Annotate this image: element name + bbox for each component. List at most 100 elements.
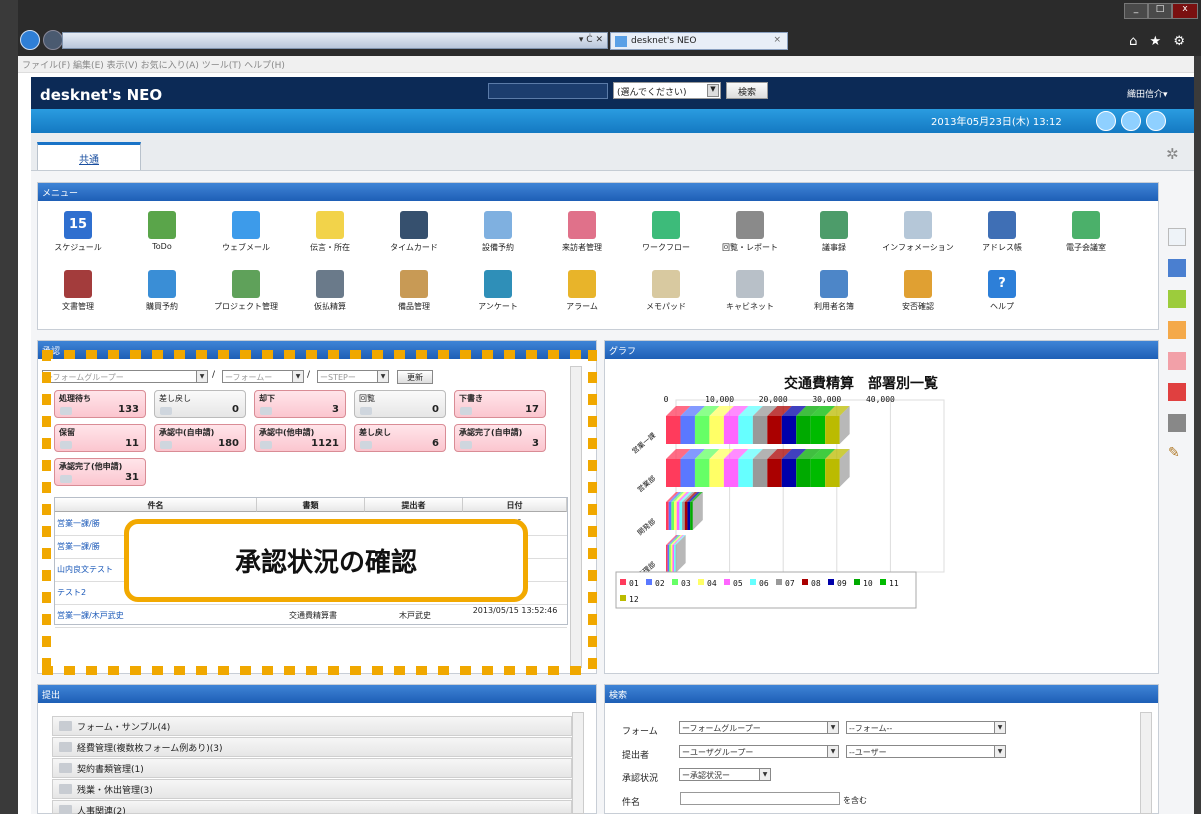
menu-item[interactable]: キャビネット: [710, 270, 790, 312]
menu-item[interactable]: ウェブメール: [206, 211, 286, 253]
side-tab-orange[interactable]: [1168, 321, 1186, 339]
browser-menubar[interactable]: ファイル(F) 編集(E) 表示(V) お気に入り(A) ツール(T) ヘルプ(…: [18, 56, 1194, 73]
submit-scrollbar[interactable]: [572, 712, 584, 814]
menu-item[interactable]: 伝言・所在: [290, 211, 370, 253]
browser-tools-icons[interactable]: ⌂ ★ ⚙: [1129, 34, 1189, 49]
menu-item-label: アンケート: [478, 302, 518, 311]
menu-item[interactable]: 文書管理: [38, 270, 118, 312]
status-counter[interactable]: 差し戻し 0: [154, 390, 246, 418]
menu-item[interactable]: 来訪者管理: [542, 211, 622, 253]
chart-x-tick: 30,000: [812, 395, 841, 404]
chart-bar: [709, 459, 724, 487]
search-scrollbar[interactable]: [1140, 712, 1152, 814]
status-counter[interactable]: 回覧 0: [354, 390, 446, 418]
menu-item[interactable]: 仮払精算: [290, 270, 370, 312]
back-button[interactable]: [20, 30, 40, 50]
maximize-button[interactable]: □: [1148, 3, 1172, 19]
menu-item[interactable]: 設備予約: [458, 211, 538, 253]
menu-item[interactable]: タイムカード: [374, 211, 454, 253]
folder-item[interactable]: 人事関連(2): [52, 800, 572, 814]
folder-item[interactable]: 経費管理(複数枚フォーム例あり)(3): [52, 737, 572, 757]
folder-item-label: 経費管理(複数枚フォーム例あり)(3): [77, 744, 223, 754]
forward-button[interactable]: [43, 30, 63, 50]
search-subject-input[interactable]: [680, 792, 840, 805]
status-counter[interactable]: 処理待ち 133: [54, 390, 146, 418]
search-form-group-select[interactable]: ーフォームグループー ▼: [679, 721, 839, 734]
side-tab-doc[interactable]: [1168, 228, 1186, 246]
table-row[interactable]: 営業一課/木戸武史 交通費精算書 木戸武史 2013/05/15 13:52:46: [55, 605, 567, 628]
menu-item[interactable]: アドレス帳: [962, 211, 1042, 253]
menu-item[interactable]: 回覧・レポート: [710, 211, 790, 253]
menu-item[interactable]: アンケート: [458, 270, 538, 312]
menu-item[interactable]: メモパッド: [626, 270, 706, 312]
col-submitter[interactable]: 提出者: [365, 498, 463, 512]
header-search-input[interactable]: [488, 83, 608, 99]
folder-item[interactable]: フォーム・サンプル(4): [52, 716, 572, 736]
col-subject[interactable]: 件名: [55, 498, 257, 512]
status-counter[interactable]: 差し戻し 6: [354, 424, 446, 452]
menu-item[interactable]: ? ヘルプ: [962, 270, 1042, 312]
search-user-group-select[interactable]: ーユーザグループー ▼: [679, 745, 839, 758]
menu-item[interactable]: プロジェクト管理: [206, 270, 286, 312]
header-search-select-value: (選んでください): [617, 88, 687, 98]
step-select[interactable]: ーSTEPー ▼: [317, 370, 389, 383]
status-counter-label: 保留: [59, 428, 75, 437]
pencil-icon[interactable]: ✎: [1168, 445, 1186, 463]
close-tab-icon[interactable]: ×: [773, 35, 781, 45]
menu-item[interactable]: 購買予約: [122, 270, 202, 312]
chart-legend-label: 06: [759, 579, 769, 588]
menu-item[interactable]: ワークフロー: [626, 211, 706, 253]
user-menu[interactable]: 織田信介▾: [1127, 87, 1168, 100]
gear-icon[interactable]: ✲: [1166, 145, 1179, 163]
refresh-button[interactable]: 更新: [397, 370, 433, 384]
menu-item[interactable]: 利用者名簿: [794, 270, 874, 312]
chart-legend-swatch: [620, 579, 626, 585]
user-icon[interactable]: [1146, 111, 1166, 131]
status-counter[interactable]: 下書き 17: [454, 390, 546, 418]
minimize-button[interactable]: _: [1124, 3, 1148, 19]
search-form-select[interactable]: --フォーム-- ▼: [846, 721, 1006, 734]
search-status-select[interactable]: ー承認状況ー ▼: [679, 768, 771, 781]
header-search-select[interactable]: (選んでください) ▼: [613, 82, 721, 99]
side-tab-green[interactable]: [1168, 290, 1186, 308]
row-subject-link[interactable]: 営業一課/木戸武史: [57, 610, 255, 621]
chat-icon[interactable]: [1121, 111, 1141, 131]
col-document[interactable]: 書類: [257, 498, 365, 512]
status-counter[interactable]: 承認完了(自申請) 3: [454, 424, 546, 452]
status-counter[interactable]: 保留 11: [54, 424, 146, 452]
side-tab-pink[interactable]: [1168, 352, 1186, 370]
cart-icon: [148, 270, 176, 298]
folder-item[interactable]: 契約書類管理(1): [52, 758, 572, 778]
address-bar[interactable]: ▾ Ċ ✕: [62, 32, 608, 49]
menu-item[interactable]: 備品管理: [374, 270, 454, 312]
browser-tab[interactable]: desknet's NEO ×: [610, 32, 788, 50]
menu-item[interactable]: 電子会議室: [1046, 211, 1126, 253]
approval-scrollbar[interactable]: [570, 366, 582, 668]
menu-item[interactable]: インフォメーション: [878, 211, 958, 253]
form-group-select[interactable]: ーフォームグループー ▼: [42, 370, 208, 383]
side-tab-red[interactable]: [1168, 383, 1186, 401]
form-select[interactable]: ーフォームー ▼: [222, 370, 304, 383]
col-date[interactable]: 日付: [463, 498, 567, 512]
status-counter[interactable]: 承認中(他申請) 1121: [254, 424, 346, 452]
folder-item[interactable]: 残業・休出管理(3): [52, 779, 572, 799]
menu-item[interactable]: 安否確認: [878, 270, 958, 312]
tab-common[interactable]: 共通: [37, 142, 141, 170]
search-user-select[interactable]: --ユーザー ▼: [846, 745, 1006, 758]
close-window-button[interactable]: x: [1172, 3, 1198, 19]
status-counter[interactable]: 承認中(自申請) 180: [154, 424, 246, 452]
side-tab-gray[interactable]: [1168, 414, 1186, 432]
address-controls[interactable]: ▾ Ċ ✕: [579, 35, 603, 45]
app-logo[interactable]: desknet's NEO: [40, 86, 162, 104]
status-counter[interactable]: 承認完了(他申請) 31: [54, 458, 146, 486]
header-search-button[interactable]: 検索: [726, 82, 768, 99]
menu-item[interactable]: 議事録: [794, 211, 874, 253]
menu-item[interactable]: ToDo: [122, 211, 202, 251]
notification-icon[interactable]: [1096, 111, 1116, 131]
menu-item[interactable]: 15 スケジュール: [38, 211, 118, 253]
chart-title: 交通費精算 部署別一覧: [784, 375, 938, 392]
chart-category-label: 開発部: [635, 517, 657, 537]
status-counter[interactable]: 却下 3: [254, 390, 346, 418]
menu-item[interactable]: アラーム: [542, 270, 622, 312]
side-tab-blue[interactable]: [1168, 259, 1186, 277]
